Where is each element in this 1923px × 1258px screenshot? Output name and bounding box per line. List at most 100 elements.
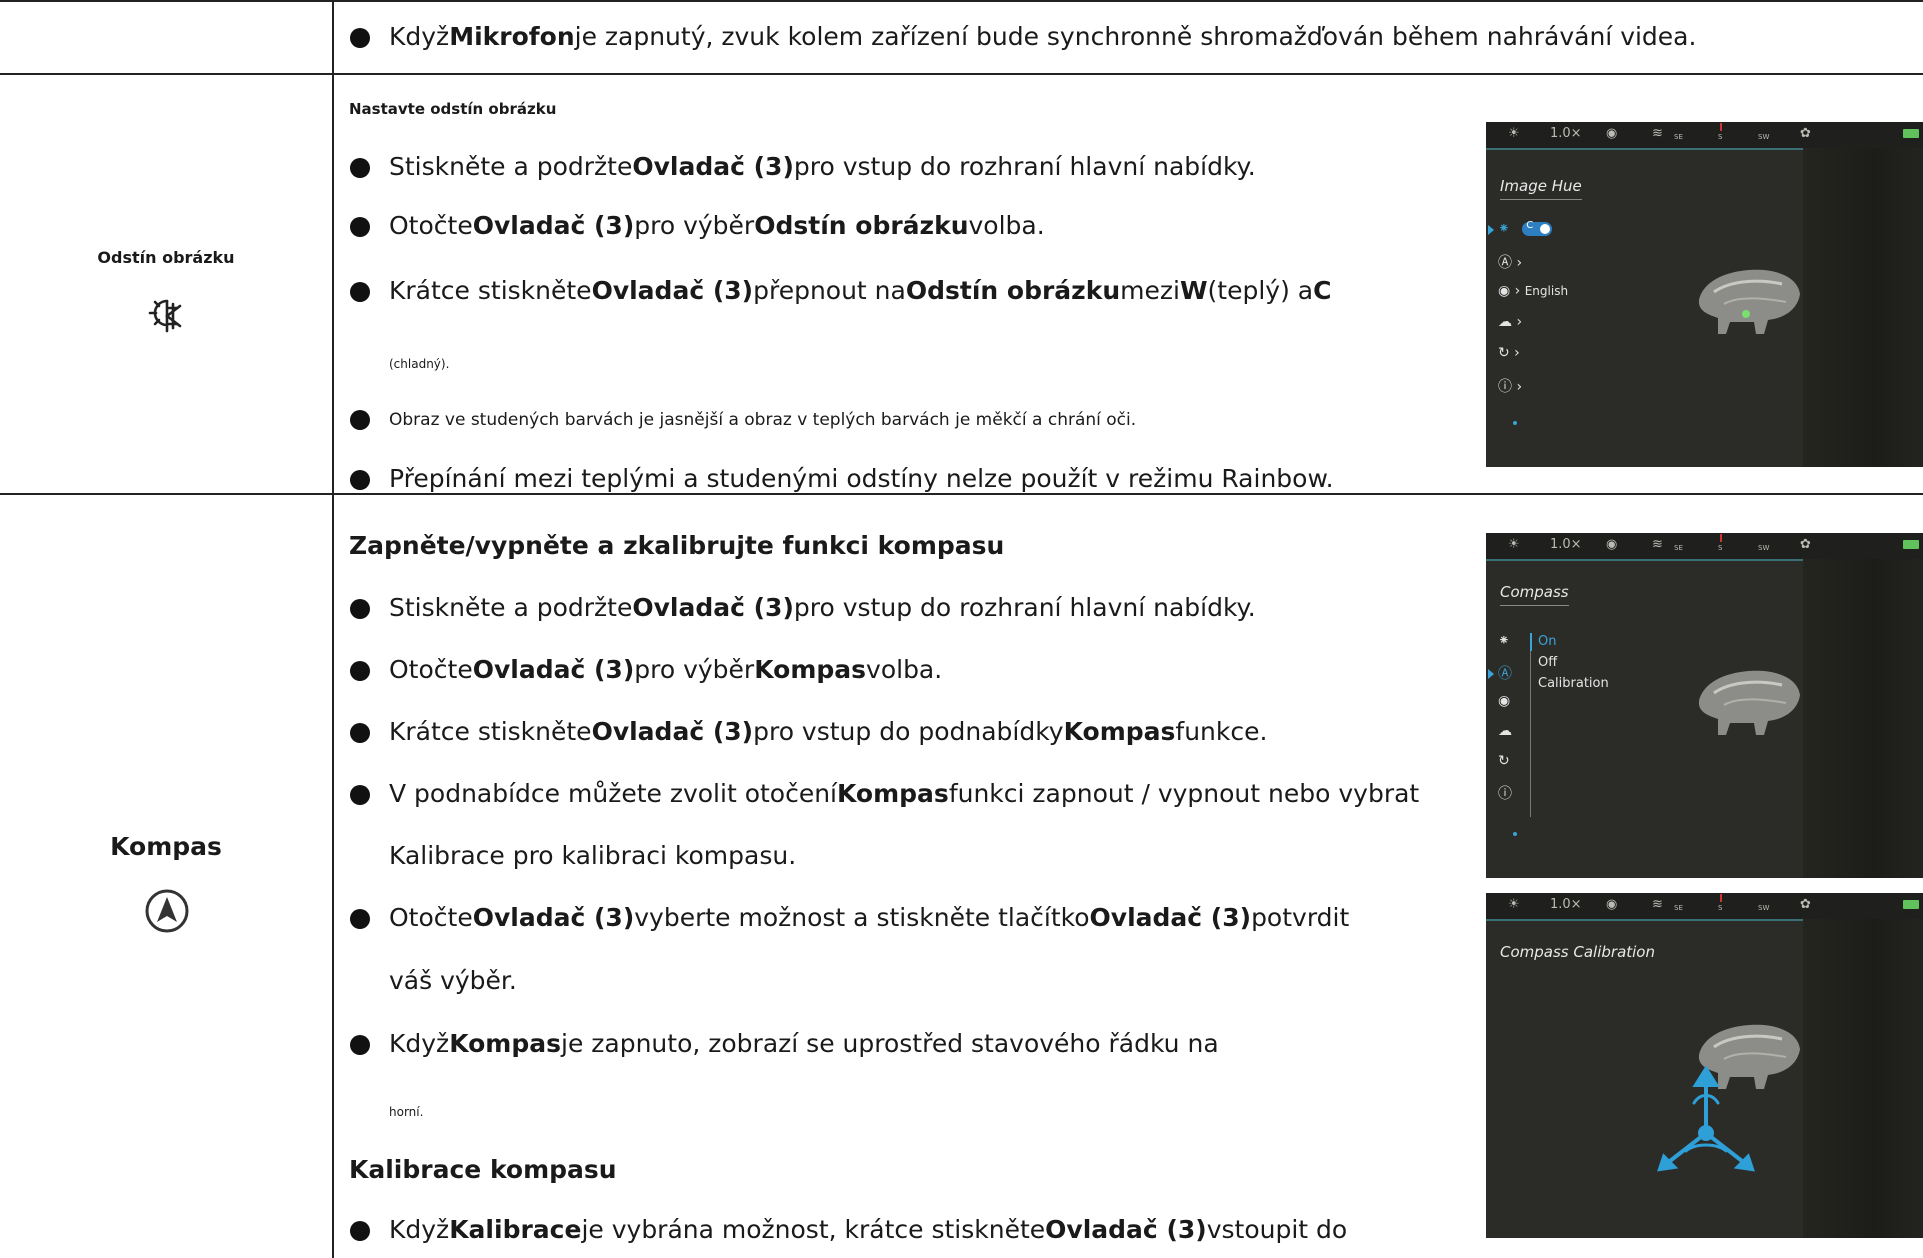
zoom-level: 1.0×: [1550, 897, 1582, 912]
compass-option-on[interactable]: On: [1538, 634, 1556, 649]
hue-bullet-5: Přepínání mezi teplými a studenými odstí…: [389, 464, 1334, 493]
menu-item-language[interactable]: ◉ › English: [1498, 283, 1568, 299]
bullet: [350, 1035, 370, 1055]
image-hue-icon: ⁕: [1498, 221, 1510, 237]
boar-thermal-image: [1698, 269, 1800, 334]
compass-scale: SE S SW: [1674, 133, 1770, 141]
menu-item-info[interactable]: ⓘ ›: [1498, 376, 1522, 396]
selection-cursor: [1488, 225, 1494, 235]
brightness-icon: ☀: [1508, 126, 1520, 141]
bullet: [350, 599, 370, 619]
globe-icon: ◉: [1498, 283, 1511, 299]
image-hue-icon: [147, 296, 187, 336]
menu-item-reset[interactable]: ↻ ›: [1498, 345, 1520, 361]
hue-bullet-4: Obraz ve studených barvách je jasnější a…: [389, 410, 1137, 430]
reset-icon: ↻: [1498, 753, 1510, 769]
menu-item-compass[interactable]: Ⓐ ›: [1498, 252, 1522, 272]
background-tree: [1803, 919, 1923, 1238]
eye-icon: ◉: [1606, 537, 1618, 552]
calibration-heading: Kalibrace kompasu: [349, 1155, 617, 1184]
compass-icon: [144, 888, 190, 934]
page-indicator: [1513, 421, 1517, 425]
compass-icon: Ⓐ: [1498, 255, 1512, 271]
compass-marker: [1720, 894, 1722, 902]
compass-bullet-7: KdyžKalibraceje vybrána možnost, krátce …: [389, 1215, 1348, 1244]
compass-option-off[interactable]: Off: [1538, 655, 1557, 670]
menu-item-reset[interactable]: ↻: [1498, 753, 1510, 769]
battery-icon: [1903, 129, 1919, 138]
bullet: [350, 282, 370, 302]
settings-icon: ✿: [1800, 537, 1811, 552]
compass-bullet-5-cont: váš výběr.: [389, 966, 517, 995]
wifi-icon: ≋: [1652, 897, 1663, 912]
menu-item-image-hue[interactable]: ⁕ C: [1498, 220, 1553, 237]
status-bar: ☀ 1.0× ◉ ≋ SE S SW ✿: [1486, 533, 1923, 561]
bullet: [350, 661, 370, 681]
menu-item-compass[interactable]: Ⓐ: [1498, 663, 1512, 683]
hue-bullet-3-cont: (chladný).: [389, 357, 450, 371]
globe-icon: ◉: [1498, 693, 1511, 709]
cloud-upload-icon: ☁: [1498, 723, 1512, 739]
table-rule-row1: [0, 73, 1923, 75]
compass-bullet-6-cont: horní.: [389, 1105, 424, 1119]
selection-cursor: [1488, 669, 1494, 679]
compass-scale: SE S SW: [1674, 544, 1770, 552]
boar-thermal-image: [1698, 670, 1800, 735]
status-bar: ☀ 1.0× ◉ ≋ SE S SW ✿: [1486, 893, 1923, 921]
submenu-selection-bar: [1530, 633, 1532, 651]
compass-bullet-6: KdyžKompasje zapnuto, zobrazí se uprostř…: [389, 1029, 1219, 1058]
menu-item-image-hue[interactable]: ⁕: [1498, 633, 1510, 649]
wifi-icon: ≋: [1652, 126, 1663, 141]
background-tree: [1803, 559, 1923, 878]
table-column-divider: [332, 0, 334, 1258]
bullet: [350, 1221, 370, 1241]
hue-bullet-2: OtočteOvladač (3)pro výběrOdstín obrázku…: [389, 211, 1045, 240]
bullet: [350, 785, 370, 805]
hue-bullet-1: Stiskněte a podržteOvladač (3)pro vstup …: [389, 152, 1256, 181]
menu-item-upload[interactable]: ☁: [1498, 723, 1512, 739]
cloud-upload-icon: ☁: [1498, 314, 1512, 330]
compass-scale: SE S SW: [1674, 904, 1770, 912]
bullet: [350, 723, 370, 743]
info-icon: ⓘ: [1498, 786, 1512, 802]
info-icon: ⓘ: [1498, 379, 1512, 395]
menu-title: Compass Calibration: [1500, 943, 1655, 961]
eye-icon: ◉: [1606, 897, 1618, 912]
hue-bullet-3: Krátce stiskněteOvladač (3)přepnout naOd…: [389, 276, 1332, 305]
reset-icon: ↻: [1498, 345, 1510, 361]
menu-title: Image Hue: [1500, 177, 1582, 200]
compass-bullet-3: Krátce stiskněteOvladač (3)pro vstup do …: [389, 717, 1268, 746]
compass-marker: [1720, 123, 1722, 131]
bullet: [350, 158, 370, 178]
page-indicator: [1513, 832, 1517, 836]
compass-bullet-1: Stiskněte a podržteOvladač (3)pro vstup …: [389, 593, 1256, 622]
brightness-icon: ☀: [1508, 537, 1520, 552]
menu-item-language[interactable]: ◉: [1498, 693, 1510, 709]
bullet: [350, 28, 370, 48]
menu-item-info[interactable]: ⓘ: [1498, 783, 1512, 803]
battery-icon: [1903, 540, 1919, 549]
wifi-icon: ≋: [1652, 537, 1663, 552]
hue-toggle[interactable]: C: [1522, 220, 1553, 236]
compass-bullet-4-cont: Kalibrace pro kalibraci kompasu.: [389, 841, 797, 870]
compass-icon: Ⓐ: [1498, 666, 1512, 682]
image-hue-screenshot: ☀ 1.0× ◉ ≋ SE S SW ✿ Image Hue ⁕ C Ⓐ › ◉…: [1486, 122, 1923, 467]
hue-heading: Nastavte odstín obrázku: [349, 100, 557, 118]
compass-option-calibration[interactable]: Calibration: [1538, 676, 1609, 691]
compass-marker: [1720, 534, 1722, 542]
compass-bullet-5: OtočteOvladač (3)vyberte možnost a stisk…: [389, 903, 1350, 932]
calibration-screenshot: ☀ 1.0× ◉ ≋ SE S SW ✿ Compass Calibration: [1486, 893, 1923, 1238]
bullet: [350, 217, 370, 237]
bullet: [350, 410, 370, 430]
compass-screenshot: ☀ 1.0× ◉ ≋ SE S SW ✿ Compass ⁕ Ⓐ ◉ ☁ ↻ ⓘ…: [1486, 533, 1923, 878]
menu-title: Compass: [1500, 583, 1569, 606]
settings-icon: ✿: [1800, 897, 1811, 912]
bullet: [350, 470, 370, 490]
settings-icon: ✿: [1800, 126, 1811, 141]
menu-item-upload[interactable]: ☁ ›: [1498, 314, 1522, 330]
compass-bullet-4: V podnabídce můžete zvolit otočeníKompas…: [389, 779, 1420, 808]
bullet: [350, 909, 370, 929]
image-hue-icon: ⁕: [1498, 633, 1510, 649]
compass-bullet-2: OtočteOvladač (3)pro výběrKompasvolba.: [389, 655, 943, 684]
zoom-level: 1.0×: [1550, 537, 1582, 552]
